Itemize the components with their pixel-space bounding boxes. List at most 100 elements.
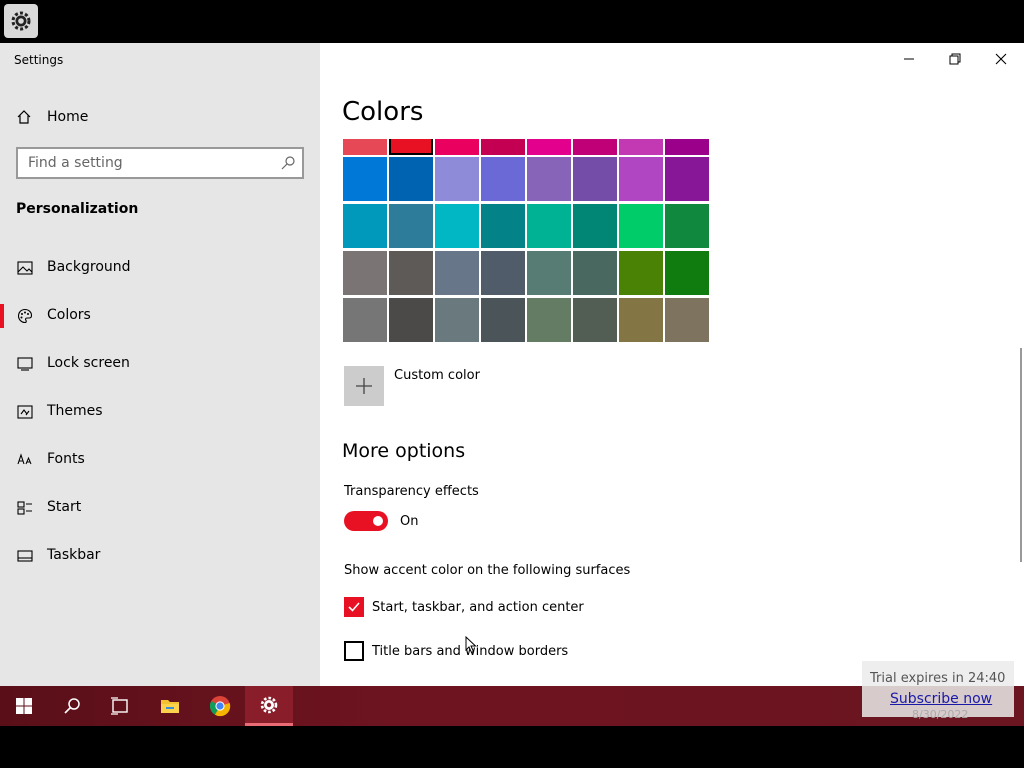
color-swatch[interactable] [435, 251, 479, 295]
color-swatch[interactable] [527, 139, 571, 155]
color-swatch[interactable] [435, 157, 479, 201]
check-start-taskbar-checkbox[interactable] [344, 597, 364, 617]
color-swatch[interactable] [573, 139, 617, 155]
color-swatch[interactable] [481, 139, 525, 155]
subscribe-link[interactable]: Subscribe now [890, 691, 992, 707]
color-swatch[interactable] [573, 298, 617, 342]
sidebar-item-label: Themes [47, 403, 103, 419]
sidebar-item-label: Fonts [47, 451, 85, 467]
color-swatch[interactable] [389, 139, 433, 155]
sidebar-item-label: Taskbar [47, 547, 101, 563]
chrome-icon [209, 696, 231, 717]
color-swatch[interactable] [619, 157, 663, 201]
search-icon [64, 698, 80, 714]
file-explorer-button[interactable] [146, 686, 194, 726]
palette-icon [16, 308, 34, 324]
color-swatch[interactable] [573, 204, 617, 248]
color-swatch[interactable] [527, 204, 571, 248]
check-title-bars-checkbox[interactable] [344, 641, 364, 661]
picture-icon [16, 260, 34, 276]
sidebar-item-label: Start [47, 499, 82, 515]
color-swatch[interactable] [343, 139, 387, 155]
sidebar-item-fonts[interactable]: Fonts [0, 440, 320, 480]
color-swatch[interactable] [389, 204, 433, 248]
color-swatch[interactable] [665, 251, 709, 295]
color-swatch[interactable] [573, 157, 617, 201]
taskbar-icon [16, 548, 34, 564]
color-swatch[interactable] [665, 157, 709, 201]
transparency-label: Transparency effects [344, 484, 479, 499]
color-swatch[interactable] [665, 298, 709, 342]
transparency-toggle[interactable] [344, 511, 388, 531]
settings-window: Settings Home Personalization Background [0, 43, 1024, 686]
sidebar-item-label: Lock screen [47, 355, 130, 371]
content-pane: Colors Custom color More options Transpa… [320, 43, 1024, 686]
color-swatch[interactable] [343, 157, 387, 201]
color-swatch[interactable] [389, 251, 433, 295]
search-input[interactable] [18, 149, 258, 177]
color-swatch[interactable] [665, 204, 709, 248]
custom-color-button[interactable] [344, 366, 384, 406]
scrollbar-thumb[interactable] [1020, 348, 1022, 562]
close-icon [995, 53, 1007, 65]
cursor-arrow-icon [465, 635, 477, 654]
settings-app-icon[interactable] [4, 4, 38, 38]
minimize-icon [904, 58, 914, 60]
color-swatch[interactable] [481, 298, 525, 342]
chrome-button[interactable] [196, 686, 244, 726]
search-icon[interactable] [280, 155, 296, 175]
home-icon [16, 109, 32, 125]
color-swatch[interactable] [619, 251, 663, 295]
taskbar-search-button[interactable] [48, 686, 96, 726]
sidebar-item-start[interactable]: Start [0, 488, 320, 528]
check-start-taskbar-row[interactable]: Start, taskbar, and action center [344, 597, 584, 617]
color-swatch[interactable] [481, 157, 525, 201]
color-swatch[interactable] [481, 251, 525, 295]
close-button[interactable] [978, 43, 1024, 75]
restore-button[interactable] [932, 43, 978, 75]
start-button[interactable] [0, 686, 48, 726]
plus-icon [356, 378, 372, 394]
app-title: Settings [14, 53, 64, 67]
color-swatch[interactable] [527, 298, 571, 342]
color-swatch[interactable] [619, 204, 663, 248]
sidebar-item-background[interactable]: Background [0, 248, 320, 288]
task-view-button[interactable] [96, 686, 144, 726]
minimize-button[interactable] [886, 43, 932, 75]
color-swatch[interactable] [389, 157, 433, 201]
color-swatch-grid [343, 139, 711, 345]
lock-screen-icon [16, 356, 34, 372]
gear-icon [11, 11, 31, 31]
task-view-icon [111, 697, 128, 715]
sidebar-item-lock-screen[interactable]: Lock screen [0, 344, 320, 384]
color-swatch[interactable] [481, 204, 525, 248]
custom-color-label: Custom color [394, 368, 480, 383]
check-start-taskbar-label: Start, taskbar, and action center [372, 599, 584, 615]
sidebar-item-label: Colors [47, 307, 91, 323]
color-swatch[interactable] [619, 139, 663, 155]
more-options-heading: More options [342, 440, 466, 462]
clock-date: 8/30/2022 [912, 708, 969, 721]
color-swatch[interactable] [527, 157, 571, 201]
color-swatch[interactable] [343, 298, 387, 342]
transparency-state: On [400, 514, 419, 529]
color-swatch[interactable] [665, 139, 709, 155]
color-swatch[interactable] [343, 204, 387, 248]
color-swatch[interactable] [527, 251, 571, 295]
settings-taskbar-button[interactable] [245, 686, 293, 726]
color-swatch[interactable] [435, 298, 479, 342]
restore-icon [949, 53, 961, 65]
color-swatch[interactable] [619, 298, 663, 342]
check-title-bars-row[interactable]: Title bars and window borders [344, 641, 568, 661]
sidebar-item-themes[interactable]: Themes [0, 392, 320, 432]
sidebar-item-colors[interactable]: Colors [0, 296, 320, 336]
color-swatch[interactable] [573, 251, 617, 295]
color-swatch[interactable] [435, 204, 479, 248]
color-swatch[interactable] [435, 139, 479, 155]
color-swatch[interactable] [389, 298, 433, 342]
color-swatch[interactable] [343, 251, 387, 295]
checkmark-icon [348, 602, 360, 612]
sidebar-item-taskbar[interactable]: Taskbar [0, 536, 320, 576]
file-explorer-icon [161, 700, 179, 713]
nav-home[interactable]: Home [16, 105, 88, 129]
